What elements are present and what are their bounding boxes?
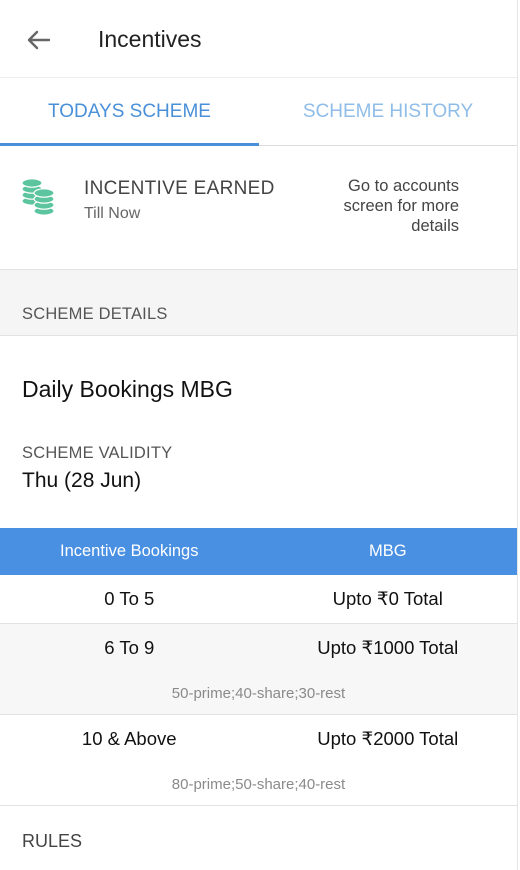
scheme-validity-label: SCHEME VALIDITY <box>22 444 173 462</box>
tab-bar: TODAYS SCHEME SCHEME HISTORY <box>0 78 517 146</box>
mbg-cell: Upto ₹1000 Total <box>317 637 459 658</box>
accounts-note[interactable]: Go to accounts screen for more details <box>309 176 459 236</box>
tab-scheme-history[interactable]: SCHEME HISTORY <box>259 78 517 145</box>
scheme-validity-value: Thu (28 Jun) <box>22 469 142 492</box>
split-note: 50-prime;40-share;30-rest <box>171 684 346 702</box>
tab-todays-scheme[interactable]: TODAYS SCHEME <box>0 78 259 145</box>
incentive-earned-title: INCENTIVE EARNED <box>84 178 275 199</box>
table-header: Incentive Bookings MBG <box>0 528 517 575</box>
bookings-cell: 10 & Above <box>81 728 177 749</box>
table-row: 0 To 5 Upto ₹0 Total <box>0 575 517 624</box>
rules-heading: RULES <box>22 831 83 851</box>
column-header-mbg: MBG <box>368 542 407 560</box>
coins-icon <box>21 178 55 216</box>
back-button[interactable] <box>20 24 56 56</box>
top-bar: Incentives <box>0 0 517 78</box>
incentive-table: Incentive Bookings MBG 0 To 5 Upto ₹0 To… <box>0 528 517 806</box>
bookings-cell: 0 To 5 <box>104 588 155 609</box>
bookings-cell: 6 To 9 <box>104 637 155 658</box>
table-row: 10 & Above Upto ₹2000 Total 80-prime;50-… <box>0 715 517 806</box>
scheme-name: Daily Bookings MBG <box>22 376 233 402</box>
mbg-cell: Upto ₹0 Total <box>332 588 443 609</box>
scheme-details-heading: SCHEME DETAILS <box>22 305 168 323</box>
app-screen: Incentives TODAYS SCHEME SCHEME HISTORY … <box>0 0 518 870</box>
split-note: 80-prime;50-share;40-rest <box>171 775 346 793</box>
incentive-earned-subtitle: Till Now <box>84 205 141 222</box>
arrow-left-icon <box>27 30 51 50</box>
section-band <box>0 270 517 336</box>
column-header-bookings: Incentive Bookings <box>59 542 199 560</box>
page-title: Incentives <box>98 26 202 52</box>
table-row: 6 To 9 Upto ₹1000 Total 50-prime;40-shar… <box>0 624 517 715</box>
mbg-cell: Upto ₹2000 Total <box>317 728 459 749</box>
